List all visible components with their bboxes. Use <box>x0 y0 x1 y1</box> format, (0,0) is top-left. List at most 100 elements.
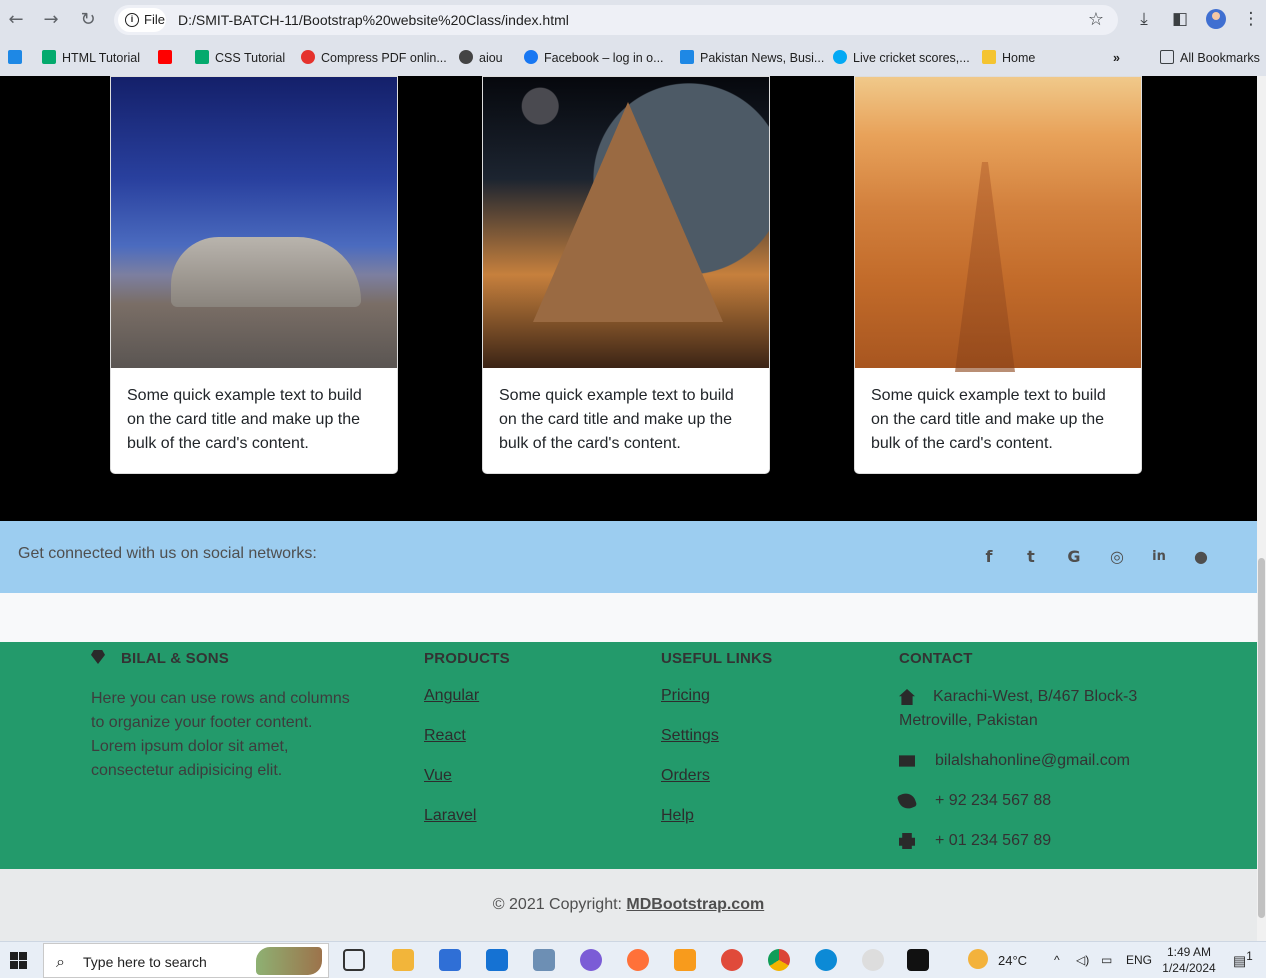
contact-fax: + 01 234 567 89 <box>899 829 1051 853</box>
clock-time: 1:49 AM <box>1166 945 1212 959</box>
facebook-icon <box>524 50 538 64</box>
card-image-desert <box>855 77 1141 368</box>
bookmark-html-tutorial[interactable]: HTML Tutorial <box>42 49 140 67</box>
tray-chevron-icon[interactable]: ^ <box>1054 953 1060 967</box>
windows-start-icon[interactable] <box>10 952 27 969</box>
card-text: Some quick example text to build on the … <box>499 387 734 452</box>
apps-icon[interactable] <box>8 49 28 67</box>
facebook-icon[interactable]: f <box>978 547 1000 567</box>
card-image-night-ruins <box>111 77 397 368</box>
contact-email: bilalshahonline@gmail.com <box>899 749 1130 773</box>
download-icon[interactable]: ⤓ <box>1133 8 1155 30</box>
language-indicator[interactable]: ENG <box>1126 953 1152 967</box>
card-text: Some quick example text to build on the … <box>127 387 362 452</box>
bookmark-live-cricket[interactable]: Live cricket scores,... <box>833 49 970 67</box>
bookmark-home[interactable]: Home <box>982 49 1035 67</box>
taskbar-search[interactable]: ⌕ Type here to search <box>43 943 329 978</box>
chrome-icon[interactable] <box>768 949 790 971</box>
speaker-icon[interactable]: ◁) <box>1076 953 1089 967</box>
more-bookmarks-icon[interactable]: » <box>1113 49 1120 67</box>
copyright-bar: © 2021 Copyright: MDBootstrap.com <box>0 869 1257 941</box>
reload-icon[interactable]: ↻ <box>76 8 100 32</box>
store-icon[interactable] <box>439 949 461 971</box>
link-settings[interactable]: Settings <box>661 727 719 745</box>
edge-icon[interactable] <box>815 949 837 971</box>
contact-address: Karachi-West, B/467 Block-3 Metroville, … <box>899 688 1138 729</box>
notification-icon[interactable]: ▤1 <box>1233 950 1253 970</box>
task-view-icon[interactable] <box>343 949 365 971</box>
bookmark-youtube[interactable] <box>158 49 178 67</box>
weather-temp[interactable]: 24°C <box>998 953 1027 968</box>
w3schools-icon <box>195 50 209 64</box>
menu-icon[interactable]: ⋮ <box>1240 8 1262 30</box>
cards-section: Some quick example text to build on the … <box>0 76 1257 521</box>
weather-icon[interactable] <box>968 949 988 969</box>
gem-icon <box>91 650 105 664</box>
bookmark-pakistan-news[interactable]: Pakistan News, Busi... <box>680 49 824 67</box>
app-icon-2[interactable] <box>862 949 884 971</box>
card-2: Some quick example text to build on the … <box>482 76 770 474</box>
search-placeholder: Type here to search <box>83 954 207 970</box>
google-icon[interactable]: G <box>1063 547 1085 567</box>
youtube-icon <box>158 50 172 64</box>
page-viewport: Some quick example text to build on the … <box>0 76 1257 941</box>
social-bar: Get connected with us on social networks… <box>0 521 1257 593</box>
footer-spacer <box>0 593 1257 642</box>
network-icon[interactable]: ▭ <box>1101 953 1112 967</box>
back-icon[interactable]: ← <box>4 8 28 32</box>
bookmark-facebook[interactable]: Facebook – log in o... <box>524 49 664 67</box>
bookmarks-bar: HTML Tutorial CSS Tutorial Compress PDF … <box>0 40 1266 76</box>
pdf-heart-icon <box>301 50 315 64</box>
bookmark-star-icon[interactable]: ☆ <box>1088 9 1104 30</box>
twitter-icon[interactable]: t <box>1020 547 1042 567</box>
link-pricing[interactable]: Pricing <box>661 687 710 705</box>
products-title: PRODUCTS <box>424 650 510 667</box>
sublime-text-icon[interactable] <box>674 949 696 971</box>
copilot-icon[interactable] <box>580 949 602 971</box>
notification-count: 1 <box>1246 950 1253 963</box>
all-bookmarks[interactable]: All Bookmarks <box>1160 49 1260 67</box>
bookmark-compress-pdf[interactable]: Compress PDF onlin... <box>301 49 447 67</box>
address-bar[interactable]: i File D:/SMIT-BATCH-11/Bootstrap%20webs… <box>114 5 1118 35</box>
search-highlight-image <box>256 947 322 975</box>
profile-avatar[interactable] <box>1206 9 1226 29</box>
app-icon[interactable] <box>721 949 743 971</box>
github-icon[interactable]: ● <box>1190 547 1212 567</box>
card-text: Some quick example text to build on the … <box>871 387 1106 452</box>
link-vue[interactable]: Vue <box>424 767 452 785</box>
site-info-chip[interactable]: i File <box>118 8 166 32</box>
taskbar: ⌕ Type here to search 24°C ^ ◁) ▭ ENG 1:… <box>0 941 1266 978</box>
bookmark-css-tutorial[interactable]: CSS Tutorial <box>195 49 285 67</box>
brand-title: BILAL & SONS <box>91 650 229 667</box>
mail-icon[interactable] <box>486 949 508 971</box>
browser-toolbar: ← → ↻ i File D:/SMIT-BATCH-11/Bootstrap%… <box>0 0 1266 40</box>
url-text[interactable]: D:/SMIT-BATCH-11/Bootstrap%20website%20C… <box>178 5 569 35</box>
linkedin-icon[interactable]: in <box>1148 547 1170 567</box>
page-scrollbar[interactable] <box>1257 76 1266 941</box>
folder-icon <box>1160 50 1174 64</box>
footer: BILAL & SONS Here you can use rows and c… <box>0 642 1257 869</box>
social-text: Get connected with us on social networks… <box>18 545 317 562</box>
clock[interactable]: 1:49 AM 1/24/2024 <box>1160 944 1218 976</box>
firefox-icon[interactable] <box>627 949 649 971</box>
terminal-icon[interactable] <box>907 949 929 971</box>
useful-links-title: USEFUL LINKS <box>661 650 773 667</box>
bookmark-aiou[interactable]: aiou <box>459 49 503 67</box>
cricket-icon <box>833 50 847 64</box>
link-angular[interactable]: Angular <box>424 687 479 705</box>
w3schools-icon <box>42 50 56 64</box>
network-app-icon[interactable] <box>533 949 555 971</box>
scroll-thumb[interactable] <box>1258 558 1265 918</box>
link-react[interactable]: React <box>424 727 466 745</box>
contact-phone: + 92 234 567 88 <box>896 789 1051 813</box>
side-panel-icon[interactable]: ◧ <box>1169 8 1191 30</box>
forward-icon[interactable]: → <box>39 8 63 32</box>
copyright-link[interactable]: MDBootstrap.com <box>626 896 764 913</box>
link-laravel[interactable]: Laravel <box>424 807 476 825</box>
clock-date: 1/24/2024 <box>1162 961 1216 975</box>
link-help[interactable]: Help <box>661 807 694 825</box>
globe-icon <box>459 50 473 64</box>
link-orders[interactable]: Orders <box>661 767 710 785</box>
instagram-icon[interactable]: ◎ <box>1106 547 1128 567</box>
file-explorer-icon[interactable] <box>392 949 414 971</box>
